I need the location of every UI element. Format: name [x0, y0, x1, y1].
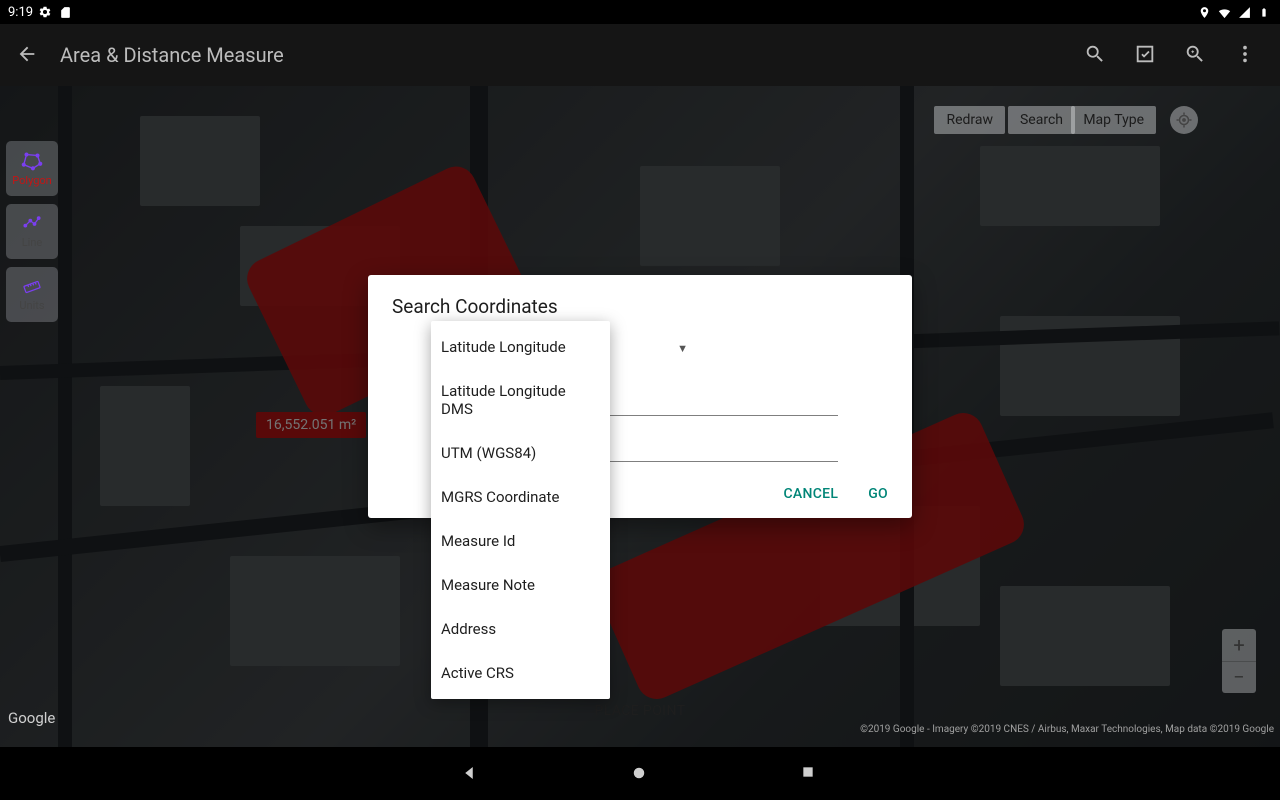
tool-polygon-label: Polygon: [12, 174, 51, 187]
page-title: Area & Distance Measure: [60, 43, 1064, 67]
zoom-out-button[interactable]: −: [1222, 662, 1256, 694]
cell-signal-icon: [1236, 4, 1252, 20]
google-logo: Google: [8, 709, 55, 727]
line-icon: [19, 214, 45, 234]
dropdown-item-active-crs[interactable]: Active CRS: [431, 651, 610, 695]
status-time: 9:19: [8, 5, 33, 20]
back-arrow-icon[interactable]: [16, 43, 40, 67]
search-label: Search: [1020, 112, 1063, 128]
place-point-button[interactable]: PLACE POINT: [595, 703, 686, 719]
system-nav-bar: [0, 747, 1280, 800]
dialog-title: Search Coordinates: [392, 295, 888, 318]
dropdown-item-latlon-dms[interactable]: Latitude Longitude DMS: [431, 369, 610, 431]
tool-line[interactable]: Line: [6, 204, 58, 259]
nav-recent-icon[interactable]: [800, 764, 820, 784]
maptype-label: Map Type: [1083, 112, 1144, 128]
app-bar: Area & Distance Measure: [0, 24, 1280, 86]
coordinate-type-menu: Latitude Longitude Latitude Longitude DM…: [431, 321, 610, 699]
nav-home-icon[interactable]: [630, 764, 650, 784]
locate-me-button[interactable]: [1170, 106, 1198, 134]
tool-line-label: Line: [22, 236, 43, 249]
dropdown-item-measure-id[interactable]: Measure Id: [431, 519, 610, 563]
polygon-icon: [19, 150, 45, 172]
chevron-down-icon: ▼: [677, 342, 688, 355]
cancel-button[interactable]: CANCEL: [783, 486, 838, 502]
map-attribution: ©2019 Google - Imagery ©2019 CNES / Airb…: [860, 724, 1274, 735]
ruler-icon: [19, 277, 45, 297]
zoom-in-icon[interactable]: [1184, 43, 1208, 67]
sd-card-icon: [57, 4, 73, 20]
dropdown-item-utm[interactable]: UTM (WGS84): [431, 431, 610, 475]
search-button[interactable]: Search: [1008, 106, 1075, 134]
maptype-button[interactable]: Map Type: [1071, 106, 1156, 134]
dropdown-item-address[interactable]: Address: [431, 607, 610, 651]
location-pin-icon: [1196, 4, 1212, 20]
more-vert-icon[interactable]: [1234, 43, 1258, 67]
zoom-control: + −: [1222, 629, 1256, 693]
battery-icon: [1256, 4, 1272, 20]
zoom-in-button[interactable]: +: [1222, 629, 1256, 661]
redraw-button[interactable]: Redraw: [934, 106, 1005, 134]
wifi-icon: [1216, 4, 1232, 20]
settings-gear-icon: [37, 4, 53, 20]
go-button[interactable]: GO: [868, 486, 888, 502]
map-viewport[interactable]: 16,552.051 m² Polygon Line Units Redraw …: [0, 86, 1280, 747]
status-bar: 9:19: [0, 0, 1280, 24]
crosshair-icon: [1175, 111, 1193, 129]
search-icon[interactable]: [1084, 43, 1108, 67]
dropdown-item-latlon[interactable]: Latitude Longitude: [431, 325, 610, 369]
map-image-icon[interactable]: [1134, 43, 1158, 67]
tool-units[interactable]: Units: [6, 267, 58, 322]
tool-polygon[interactable]: Polygon: [6, 141, 58, 196]
dropdown-item-mgrs[interactable]: MGRS Coordinate: [431, 475, 610, 519]
redraw-label: Redraw: [946, 112, 993, 128]
tool-units-label: Units: [19, 299, 44, 312]
nav-back-icon[interactable]: [460, 764, 480, 784]
dropdown-item-measure-note[interactable]: Measure Note: [431, 563, 610, 607]
